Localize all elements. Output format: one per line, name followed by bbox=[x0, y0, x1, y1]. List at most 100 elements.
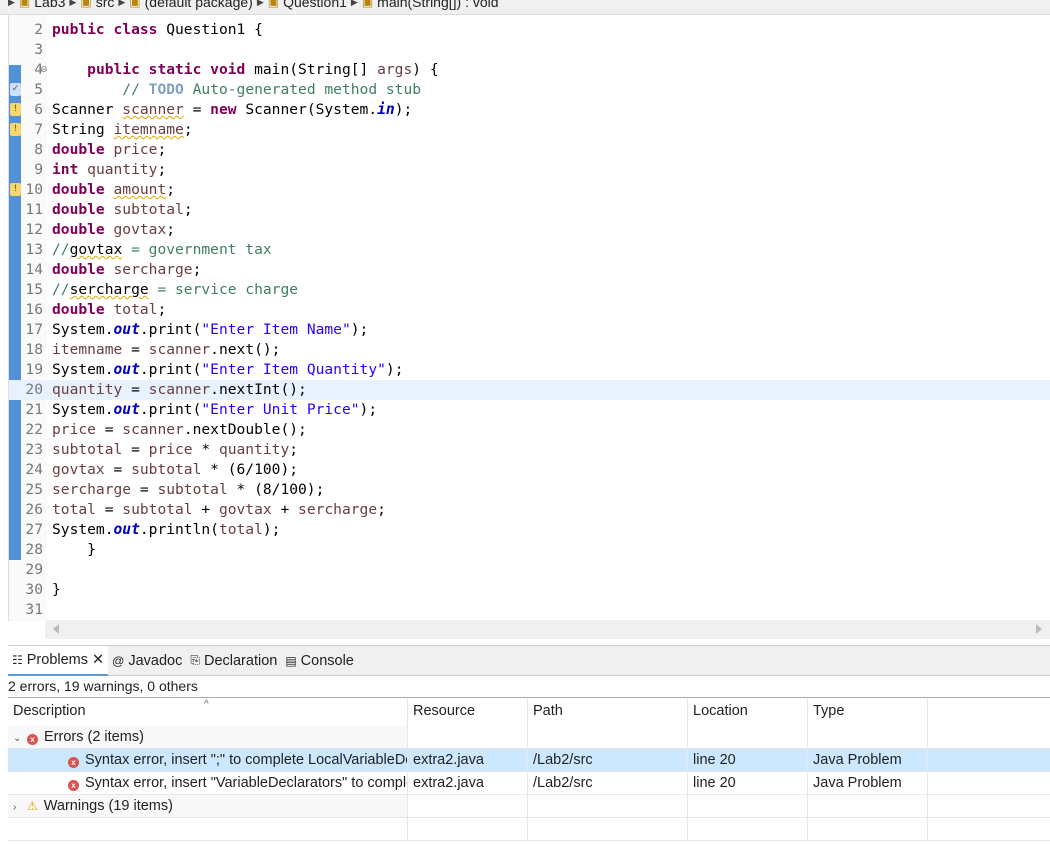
code-text[interactable]: System.out.print("Enter Unit Price"); bbox=[52, 400, 377, 420]
breadcrumb-item[interactable]: (default package) bbox=[145, 0, 253, 10]
code-text[interactable]: System.out.println(total); bbox=[52, 520, 280, 540]
code-text[interactable]: double price; bbox=[52, 140, 166, 160]
breadcrumb-item[interactable]: main(String[]) : void bbox=[377, 0, 498, 10]
code-line[interactable]: 2 public class Question1 { bbox=[9, 20, 1050, 40]
code-line[interactable]: 22 price = scanner.nextDouble(); bbox=[9, 420, 1050, 440]
code-line[interactable]: 4 ⊖ public static void main(String[] args… bbox=[9, 60, 1050, 80]
chevron-down-icon[interactable]: ⌄ bbox=[13, 727, 27, 748]
code-text[interactable]: double sercharge; bbox=[52, 260, 201, 280]
code-line[interactable]: 21 System.out.print("Enter Unit Price"); bbox=[9, 400, 1050, 420]
code-token: total bbox=[52, 501, 96, 518]
code-line[interactable]: 25 sercharge = subtotal * (8/100); bbox=[9, 480, 1050, 500]
code-line[interactable]: 8 double price; bbox=[9, 140, 1050, 160]
code-token: args bbox=[377, 61, 413, 78]
code-text[interactable]: double total; bbox=[52, 300, 166, 320]
tab-problems[interactable]: ☷ Problems ✕ bbox=[8, 645, 109, 676]
code-text[interactable]: double govtax; bbox=[52, 220, 175, 240]
column-location[interactable]: Location bbox=[688, 698, 808, 726]
code-line[interactable]: 9 int quantity; bbox=[9, 160, 1050, 180]
warning-marker-icon[interactable]: ! bbox=[10, 123, 21, 136]
code-line[interactable]: 20 quantity = scanner.nextInt(); bbox=[9, 380, 1050, 400]
code-line[interactable]: 30} bbox=[9, 580, 1050, 600]
code-line[interactable]: 23 subtotal = price * quantity; bbox=[9, 440, 1050, 460]
resource-cell: extra2.java bbox=[408, 772, 528, 794]
code-text[interactable]: //sercharge = service charge bbox=[52, 280, 298, 300]
code-text[interactable]: subtotal = price * quantity; bbox=[52, 440, 298, 460]
fold-collapse-icon[interactable]: ⊖ bbox=[40, 60, 48, 80]
breadcrumb-item[interactable]: Question1 bbox=[283, 0, 347, 10]
column-path[interactable]: Path bbox=[528, 698, 688, 726]
tab-console[interactable]: ▤ Console bbox=[281, 646, 358, 676]
code-line[interactable]: ✓ 5 // TODO Auto-generated method stub bbox=[9, 80, 1050, 100]
code-text[interactable]: int quantity; bbox=[52, 160, 166, 180]
code-editor[interactable]: 2 public class Question1 {3 4 ⊖ public stat… bbox=[8, 15, 1050, 621]
breadcrumb: ▶ ▣ Lab3 ▶ ▣ src ▶ ▣ (default package) ▶ ▣ Question… bbox=[0, 0, 1050, 15]
code-line[interactable]: 14 double sercharge; bbox=[9, 260, 1050, 280]
code-line[interactable]: 24 govtax = subtotal * (6/100); bbox=[9, 460, 1050, 480]
code-text[interactable]: } bbox=[52, 580, 61, 600]
type-cell: Java Problem bbox=[808, 772, 928, 794]
code-token: quantity bbox=[218, 441, 290, 458]
code-text[interactable]: // TODO Auto-generated method stub bbox=[52, 80, 421, 100]
code-line[interactable]: 29 bbox=[9, 560, 1050, 580]
code-line[interactable]: 26 total = subtotal + govtax + sercharge; bbox=[9, 500, 1050, 520]
code-text[interactable]: System.out.print("Enter Item Quantity"); bbox=[52, 360, 403, 380]
code-text[interactable]: Scanner scanner = new Scanner(System.in)… bbox=[52, 100, 412, 120]
scroll-left-icon[interactable] bbox=[53, 624, 59, 634]
code-text[interactable]: String itemname; bbox=[52, 120, 193, 140]
code-token: in bbox=[377, 101, 395, 118]
code-line[interactable]: 16 double total; bbox=[9, 300, 1050, 320]
code-text[interactable]: quantity = scanner.nextInt(); bbox=[52, 380, 307, 400]
code-text[interactable]: public class Question1 { bbox=[52, 20, 263, 40]
code-token: + bbox=[271, 501, 299, 518]
code-line[interactable]: 31 bbox=[9, 600, 1050, 620]
code-text[interactable]: price = scanner.nextDouble(); bbox=[52, 420, 307, 440]
horizontal-scrollbar[interactable] bbox=[45, 620, 1050, 639]
errors-group-row[interactable]: ⌄ x Errors (2 items) bbox=[8, 726, 1050, 749]
code-line[interactable]: 11 double subtotal; bbox=[9, 200, 1050, 220]
table-row[interactable]: x Syntax error, insert "VariableDeclarato… bbox=[8, 772, 1050, 795]
code-line[interactable]: ! 7 String itemname; bbox=[9, 120, 1050, 140]
tab-javadoc[interactable]: @ Javadoc bbox=[108, 646, 186, 676]
breadcrumb-item[interactable]: Lab3 bbox=[34, 0, 65, 10]
code-line[interactable]: 28 } bbox=[9, 540, 1050, 560]
code-token: "Enter Item Quantity" bbox=[201, 361, 386, 378]
code-text[interactable]: govtax = subtotal * (6/100); bbox=[52, 460, 298, 480]
table-row[interactable]: x Syntax error, insert ";" to complete Lo… bbox=[8, 749, 1050, 772]
code-text[interactable]: public static void main(String[] args) { bbox=[52, 60, 438, 80]
code-line[interactable]: 15 //sercharge = service charge bbox=[9, 280, 1050, 300]
task-marker-icon[interactable]: ✓ bbox=[10, 83, 21, 96]
scroll-right-icon[interactable] bbox=[1036, 624, 1042, 634]
code-line[interactable]: 27 System.out.println(total); bbox=[9, 520, 1050, 540]
code-text[interactable]: double subtotal; bbox=[52, 200, 193, 220]
code-line[interactable]: ! 6 Scanner scanner = new Scanner(System.i… bbox=[9, 100, 1050, 120]
code-line[interactable]: 19 System.out.print("Enter Item Quantity"… bbox=[9, 360, 1050, 380]
code-line[interactable]: 3 bbox=[9, 40, 1050, 60]
warning-marker-icon[interactable]: ! bbox=[10, 103, 21, 116]
code-text[interactable]: sercharge = subtotal * (8/100); bbox=[52, 480, 324, 500]
code-line[interactable]: 12 double govtax; bbox=[9, 220, 1050, 240]
close-icon[interactable]: ✕ bbox=[92, 652, 104, 668]
warnings-group-row[interactable]: › ⚠ Warnings (19 items) bbox=[8, 795, 1050, 818]
breadcrumb-item[interactable]: src bbox=[96, 0, 115, 10]
code-text[interactable]: itemname = scanner.next(); bbox=[52, 340, 280, 360]
code-line[interactable]: 18 itemname = scanner.next(); bbox=[9, 340, 1050, 360]
tab-declaration[interactable]: ⎘ Declaration bbox=[186, 646, 281, 676]
code-token: sercharge bbox=[298, 501, 378, 518]
code-line[interactable]: 13 //govtax = government tax bbox=[9, 240, 1050, 260]
code-text[interactable]: double amount; bbox=[52, 180, 175, 200]
code-text[interactable]: } bbox=[52, 540, 96, 560]
warning-marker-icon[interactable]: ! bbox=[10, 183, 21, 196]
code-text[interactable]: //govtax = government tax bbox=[52, 240, 272, 260]
line-number: 12 bbox=[25, 221, 43, 238]
code-token: scanner bbox=[122, 421, 184, 438]
code-text[interactable]: System.out.print("Enter Item Name"); bbox=[52, 320, 368, 340]
column-type[interactable]: Type bbox=[808, 698, 928, 726]
code-line[interactable]: ! 10 double amount; bbox=[9, 180, 1050, 200]
chevron-right-icon[interactable]: › bbox=[13, 796, 27, 817]
tab-label: Problems bbox=[26, 651, 89, 668]
code-line[interactable]: 17 System.out.print("Enter Item Name"); bbox=[9, 320, 1050, 340]
code-token: = bbox=[95, 501, 123, 518]
column-resource[interactable]: Resource bbox=[408, 698, 528, 726]
code-text[interactable]: total = subtotal + govtax + sercharge; bbox=[52, 500, 386, 520]
